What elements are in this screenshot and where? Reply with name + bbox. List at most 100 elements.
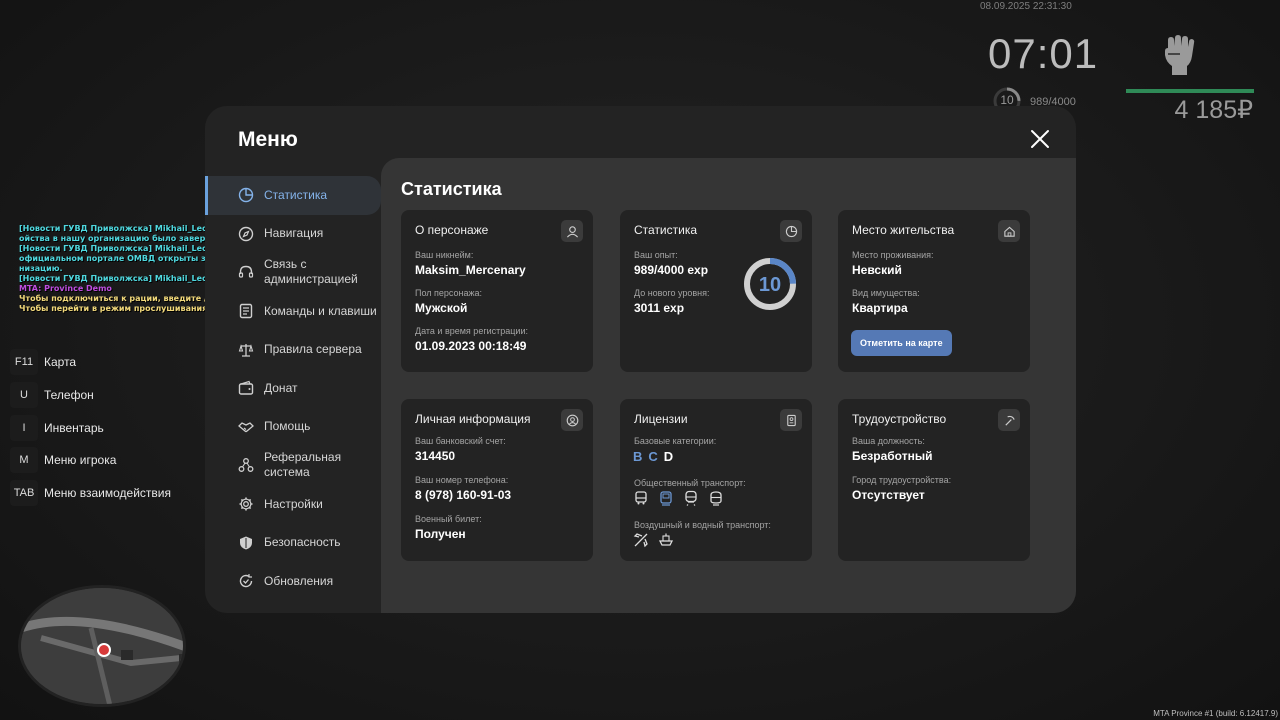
hotkey-item: M Меню игрока: [10, 444, 171, 477]
level-ring-number: 10: [759, 274, 781, 296]
sidebar-item-8[interactable]: Реферальная система: [205, 446, 381, 485]
card-title: Личная информация: [415, 412, 531, 426]
exp-value: 989/4000 exp: [634, 263, 709, 277]
hotkey-item: TAB Меню взаимодействия: [10, 477, 171, 510]
content-panel: Статистика О персонаже Ваш никнейм: Maks…: [381, 158, 1076, 613]
menu-title: Меню: [238, 128, 298, 151]
gear-icon: [239, 497, 253, 511]
sidebar-item-label: Статистика: [264, 187, 328, 202]
plane-icon: [633, 533, 648, 548]
category-d: D: [663, 449, 680, 464]
reg-label: Дата и время регистрации:: [415, 326, 528, 336]
personal-info-card: Личная информация Ваш банковский счет: 3…: [401, 399, 593, 561]
health-bar: [1126, 89, 1254, 93]
bank-value: 314450: [415, 449, 456, 463]
hud-level: 10: [1000, 93, 1014, 107]
phone-value: 8 (978) 160-91-03: [415, 488, 512, 502]
position-value: Безработный: [852, 449, 933, 463]
card-title: О персонаже: [415, 223, 489, 237]
place-value: Невский: [852, 263, 902, 277]
hotkey-item: I Инвентарь: [10, 411, 171, 444]
sidebar-item-label: Донат: [264, 380, 298, 395]
handshake-icon: [238, 422, 254, 433]
employment-card: Трудоустройство Ваша должность: Безработ…: [838, 399, 1030, 561]
wallet-icon: [238, 381, 254, 395]
category-c: C: [648, 449, 664, 464]
tram-icon: [660, 491, 672, 506]
fist-icon: [1165, 35, 1195, 75]
hotkey-label: Инвентарь: [44, 420, 104, 435]
user-icon: [561, 220, 583, 242]
sidebar-item-label: Связь с администрацией: [264, 257, 358, 287]
sidebar-item-11[interactable]: Обновления: [205, 562, 381, 601]
air-water-label: Воздушный и водный транспорт:: [634, 520, 771, 530]
sidebar-item-7[interactable]: Помощь: [205, 408, 381, 447]
headset-icon: [238, 266, 254, 279]
game-clock: 07:01: [988, 30, 1099, 77]
nick-value: Maksim_Mercenary: [415, 263, 526, 277]
gender-value: Мужской: [415, 301, 468, 315]
datetime-text: 08.09.2025 22:31:30: [980, 1, 1072, 12]
sidebar-item-9[interactable]: Настройки: [205, 485, 381, 524]
job-city-value: Отсутствует: [852, 488, 925, 502]
bank-label: Ваш банковский счет:: [415, 436, 506, 446]
content-title: Статистика: [401, 179, 502, 199]
licenses-card: Лицензии Базовые категории: BCD Обществе…: [620, 399, 812, 561]
id-card-icon: [780, 409, 802, 431]
military-label: Военный билет:: [415, 514, 482, 524]
hotkey-key: M: [10, 447, 38, 474]
player-menu-window: Меню Статистика Навигация Связь с админист…: [205, 106, 1076, 613]
compass-icon: [238, 226, 254, 242]
sidebar-item-label: Настройки: [264, 496, 323, 511]
hotkey-key: TAB: [10, 480, 38, 507]
sidebar-item-label: Правила сервера: [264, 342, 362, 357]
bus-icon: [635, 491, 647, 505]
hotkey-label: Карта: [44, 355, 77, 370]
sidebar-item-label: Безопасность: [264, 535, 341, 550]
menu-sidebar: Статистика Навигация Связь с администрацие…: [205, 176, 381, 601]
license-categories: BCD: [633, 449, 679, 464]
property-value: Квартира: [852, 301, 908, 315]
sidebar-item-6[interactable]: Донат: [205, 369, 381, 408]
close-icon[interactable]: [1029, 128, 1051, 150]
sidebar-item-2[interactable]: Навигация: [205, 215, 381, 254]
pickaxe-icon: [998, 409, 1020, 431]
card-title: Место жительства: [852, 223, 955, 237]
sidebar-item-label: Команды и клавиши: [264, 303, 377, 318]
phone-label: Ваш номер телефона:: [415, 475, 509, 485]
public-transport-label: Общественный транспорт:: [634, 478, 746, 488]
base-categories-label: Базовые категории:: [634, 436, 717, 446]
card-title: Лицензии: [634, 412, 688, 426]
hotkey-key: I: [10, 414, 38, 441]
mark-on-map-button[interactable]: Отметить на карте: [851, 330, 952, 356]
build-info: MTA Province #1 (build: 6.12417.9): [1153, 709, 1278, 718]
sidebar-item-label: Навигация: [264, 226, 324, 241]
hotkey-label: Телефон: [44, 388, 94, 403]
train-icon: [685, 490, 697, 506]
nick-label: Ваш никнейм:: [415, 250, 474, 260]
user-circle-icon: [561, 409, 583, 431]
hotkey-key: F11: [10, 349, 38, 376]
sidebar-item-1[interactable]: Статистика: [205, 176, 381, 215]
sidebar-item-label: Реферальная система: [264, 450, 342, 480]
referral-icon: [238, 458, 254, 473]
sidebar-item-5[interactable]: Правила сервера: [205, 330, 381, 369]
sidebar-item-3[interactable]: Связь с администрацией: [205, 253, 381, 292]
sidebar-item-label: Помощь: [264, 419, 311, 434]
ship-icon: [658, 533, 674, 546]
place-label: Место проживания:: [852, 250, 934, 260]
job-city-label: Город трудоустройства:: [852, 475, 952, 485]
sidebar-item-10[interactable]: Безопасность: [205, 523, 381, 562]
next-level-value: 3011 exp: [634, 301, 685, 315]
keyboard-icon: [239, 303, 253, 319]
category-b: B: [633, 449, 649, 464]
reg-value: 01.09.2023 00:18:49: [415, 339, 527, 353]
home-icon: [998, 220, 1020, 242]
pie-chart-icon: [238, 188, 254, 203]
stats-card: Статистика Ваш опыт: 989/4000 exp До нов…: [620, 210, 812, 372]
hotkey-item: U Телефон: [10, 379, 171, 412]
refresh-check-icon: [239, 574, 253, 588]
minimap: [18, 585, 186, 707]
sidebar-item-4[interactable]: Команды и клавиши: [205, 292, 381, 331]
exp-label: Ваш опыт:: [634, 250, 678, 260]
